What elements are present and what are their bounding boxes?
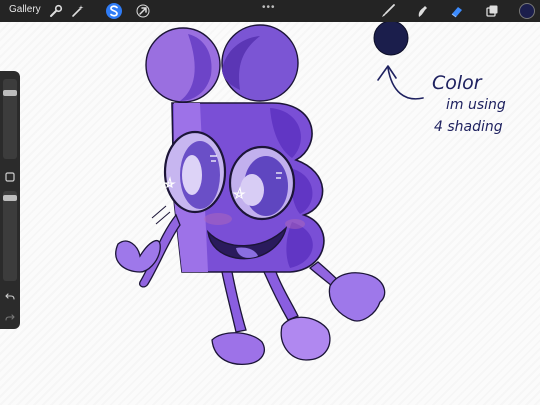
square-modify-button[interactable] [3,171,17,183]
opacity-slider[interactable] [3,191,17,281]
motion-lines [151,205,171,225]
gallery-button[interactable]: Gallery [9,4,41,15]
top-toolbar: Gallery ••• [0,0,540,22]
color-sample-dot [373,22,409,56]
undo-icon[interactable] [3,290,17,302]
right-eye-glint [240,174,264,206]
side-toolbar [0,71,20,329]
brush-size-slider[interactable] [3,79,17,159]
eraser-icon[interactable] [449,3,465,19]
layers-icon[interactable] [484,3,500,19]
more-actions-button[interactable]: ••• [262,2,276,13]
right-leg [262,271,299,321]
left-foot [211,332,265,366]
annotation-line-2: im using [446,97,506,113]
annotation-line-3: 4 shading [434,119,503,135]
left-leg [221,271,247,333]
right-cheek [285,219,305,229]
transform-arrow-icon[interactable] [135,3,151,19]
left-eye-glint [182,155,202,195]
selection-icon[interactable] [106,3,122,19]
right-foot [280,316,331,361]
smudge-icon[interactable] [414,3,430,19]
right-hand [328,272,386,322]
magic-wand-icon[interactable] [70,3,86,19]
redo-icon[interactable] [3,311,17,323]
opacity-handle[interactable] [3,195,17,202]
left-cheek [204,213,232,225]
wrench-icon[interactable] [48,3,64,19]
color-picker-button[interactable] [519,3,535,19]
drawing-canvas[interactable]: Color im using 4 shading [0,22,540,405]
annotation-line-1: Color [432,72,482,94]
brush-size-handle[interactable] [3,90,17,97]
brush-icon[interactable] [380,3,396,19]
annotation-arrowhead [377,65,397,81]
